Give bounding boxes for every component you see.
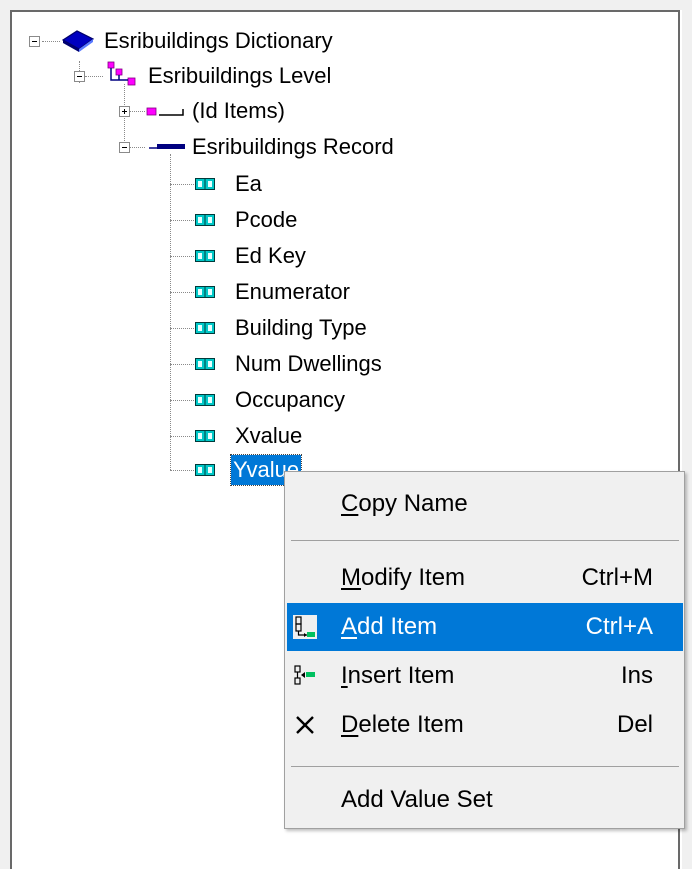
expand-toggle-id-items[interactable] xyxy=(119,106,130,117)
tree-item-pcode[interactable]: Pcode xyxy=(233,205,299,235)
item-icon xyxy=(195,430,215,442)
tree-line xyxy=(170,292,194,293)
tree-item-occupancy[interactable]: Occupancy xyxy=(233,385,347,415)
tree-line xyxy=(170,184,194,185)
tree-line xyxy=(170,328,194,329)
tree-line xyxy=(170,154,171,470)
item-icon xyxy=(195,358,215,370)
insert-item-icon xyxy=(294,665,315,685)
tree-line xyxy=(170,470,194,471)
menu-item-copy-name[interactable]: Copy Name xyxy=(287,480,683,528)
tree-line xyxy=(129,111,145,112)
tree-node-level[interactable]: Esribuildings Level xyxy=(146,61,333,91)
tree-item-xvalue[interactable]: Xvalue xyxy=(233,421,304,451)
item-icon xyxy=(195,322,215,334)
id-items-icon xyxy=(146,107,184,116)
item-icon xyxy=(195,464,215,476)
level-icon xyxy=(107,61,136,86)
collapse-toggle-level[interactable] xyxy=(74,71,85,82)
item-icon xyxy=(195,214,215,226)
menu-accelerator: D xyxy=(341,711,359,738)
menu-shortcut: Del xyxy=(616,711,653,738)
menu-label: Add Value Set xyxy=(341,786,493,813)
menu-label-post: nsert Item xyxy=(347,662,455,689)
add-item-icon xyxy=(293,615,317,639)
menu-shortcut: Ctrl+M xyxy=(581,564,653,591)
menu-accelerator: A xyxy=(341,613,358,640)
tree-line xyxy=(170,256,194,257)
menu-shortcut: Ctrl+A xyxy=(585,613,653,640)
tree-item-ea[interactable]: Ea xyxy=(233,169,264,199)
menu-shortcut: Ins xyxy=(620,662,653,689)
context-menu: Copy Name Modify Item Ctrl+M Add Item Ct… xyxy=(284,471,685,829)
collapse-toggle-record[interactable] xyxy=(119,142,130,153)
menu-item-add-item[interactable]: Add Item Ctrl+A xyxy=(287,603,683,651)
record-icon xyxy=(149,144,185,149)
menu-separator xyxy=(291,540,679,541)
tree-line xyxy=(42,41,60,42)
menu-accelerator: I xyxy=(341,662,348,689)
tree-node-record[interactable]: Esribuildings Record xyxy=(190,132,396,162)
tree-item-building-type[interactable]: Building Type xyxy=(233,313,369,343)
item-icon xyxy=(195,394,215,406)
menu-separator xyxy=(291,766,679,767)
menu-label-post: odify Item xyxy=(361,564,466,591)
item-icon xyxy=(195,178,215,190)
tree-item-ed-key[interactable]: Ed Key xyxy=(233,241,308,271)
menu-label-post: opy Name xyxy=(358,490,468,517)
collapse-toggle-dictionary[interactable] xyxy=(29,36,40,47)
menu-item-modify-item[interactable]: Modify Item Ctrl+M xyxy=(287,554,683,602)
tree-item-enumerator[interactable]: Enumerator xyxy=(233,277,352,307)
tree-item-num-dwellings[interactable]: Num Dwellings xyxy=(233,349,384,379)
menu-item-delete-item[interactable]: Delete Item Del xyxy=(287,701,683,749)
tree-line xyxy=(85,76,103,77)
menu-item-add-value-set[interactable]: Add Value Set xyxy=(287,776,683,824)
menu-accelerator: C xyxy=(341,490,359,517)
tree-line xyxy=(170,364,194,365)
item-icon xyxy=(195,250,215,262)
delete-x-icon xyxy=(296,716,314,734)
menu-label-post: elete Item xyxy=(358,711,464,738)
tree-node-dictionary[interactable]: Esribuildings Dictionary xyxy=(102,26,335,56)
tree-line xyxy=(170,400,194,401)
tree-node-id-items[interactable]: (Id Items) xyxy=(190,96,287,126)
item-icon xyxy=(195,286,215,298)
tree-line xyxy=(170,220,194,221)
book-icon xyxy=(61,30,95,52)
menu-accelerator: M xyxy=(341,564,361,591)
menu-item-insert-item[interactable]: Insert Item Ins xyxy=(287,652,683,700)
tree-line xyxy=(170,436,194,437)
menu-label-post: dd Item xyxy=(357,613,438,640)
tree-line xyxy=(129,147,145,148)
